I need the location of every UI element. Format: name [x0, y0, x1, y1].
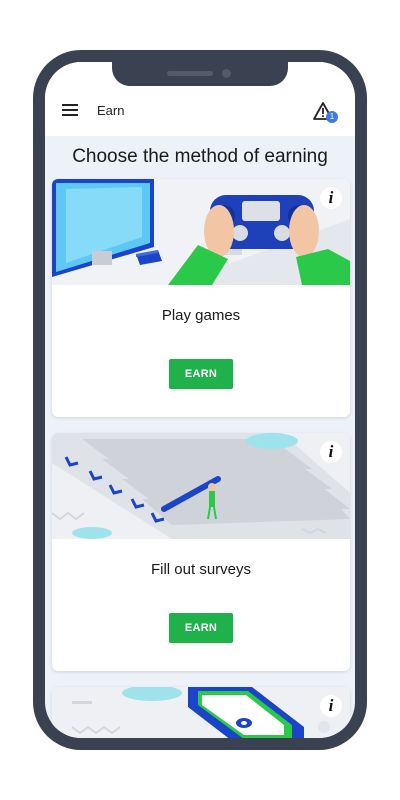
alert-triangle-icon[interactable]: 1: [313, 102, 341, 128]
games-illustration: i: [52, 179, 350, 285]
card-title: Fill out surveys: [150, 561, 252, 578]
earning-card-games: i Play games EARN: [52, 179, 350, 417]
info-icon[interactable]: i: [320, 441, 342, 463]
app-bar-title: Earn: [97, 103, 125, 118]
earn-button-surveys[interactable]: EARN: [169, 613, 233, 643]
surveys-illustration: i: [52, 433, 350, 539]
menu-icon[interactable]: [62, 104, 78, 116]
phone-notch: [112, 60, 288, 86]
page-heading: Choose the method of earning: [72, 146, 328, 167]
earning-card-partial: i: [52, 687, 350, 738]
info-icon[interactable]: i: [320, 187, 342, 209]
alert-count-badge: 1: [326, 111, 338, 123]
speaker-grille: [167, 71, 213, 76]
info-icon[interactable]: i: [320, 695, 342, 717]
earning-card-surveys: i Fill out surveys EARN: [52, 433, 350, 671]
partial-card-illustration: i: [52, 687, 350, 738]
front-camera: [222, 69, 231, 78]
card-title: Play games: [161, 307, 241, 324]
earn-button-games[interactable]: EARN: [169, 359, 233, 389]
phone-screen: Earn 1 Choose the method of earning i Pl…: [45, 62, 355, 738]
